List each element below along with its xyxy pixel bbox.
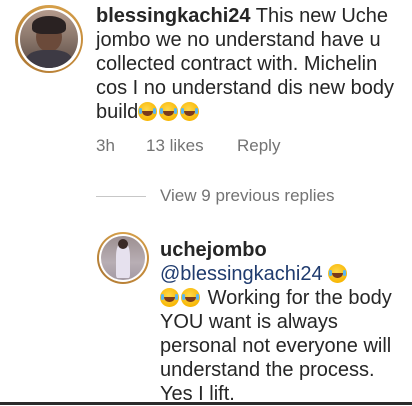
reply-mention-link[interactable]: @blessingkachi24 [160, 263, 323, 285]
laughing-emoji-icon [328, 264, 348, 283]
avatar-hair-shape [32, 16, 66, 34]
reply-text: uchejombo @blessingkachi24 Working for t… [160, 238, 404, 406]
avatar-photo [20, 10, 78, 68]
laughing-emoji-icon [138, 102, 158, 121]
avatar-shirt-shape [26, 50, 72, 68]
reply-button[interactable]: Reply [237, 136, 280, 156]
avatar-ring-inner [99, 234, 147, 282]
avatar-ring-inner [17, 7, 81, 71]
comment-likes-count[interactable]: 13 likes [146, 136, 204, 156]
comment-username[interactable]: blessingkachi24 [96, 5, 251, 27]
laughing-emoji-icon [181, 288, 200, 307]
avatar-photo [101, 236, 145, 280]
laughing-emoji-icon [159, 102, 179, 121]
avatar-uchejombo[interactable] [97, 232, 149, 284]
avatar-head-shape [118, 239, 128, 249]
avatar-blessingkachi24[interactable] [15, 5, 83, 73]
view-previous-replies-button[interactable]: View 9 previous replies [160, 186, 335, 206]
comment-text: blessingkachi24 This new Uche jombo we n… [96, 4, 402, 124]
reply-username[interactable]: uchejombo [160, 239, 267, 261]
laughing-emoji-icon [180, 102, 200, 121]
replies-divider [96, 196, 146, 197]
comment-timestamp: 3h [96, 136, 115, 155]
laughing-emoji-icon [160, 288, 179, 307]
